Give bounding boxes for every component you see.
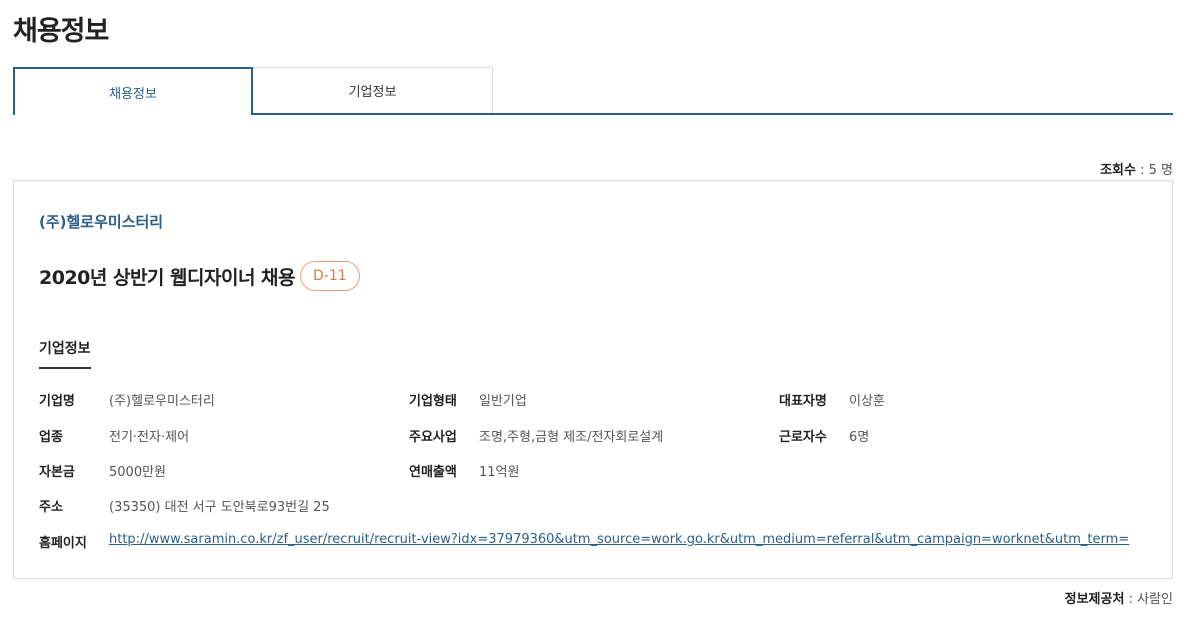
homepage-link[interactable]: http://www.saramin.co.kr/zf_user/recruit… [109,532,1129,547]
job-info-page: 채용정보 채용정보 기업정보 조회수 : 5 명 (주)헬로우미스터리 2020… [0,0,1189,622]
info-label: 업종 [39,430,63,445]
info-label: 연매출액 [409,465,457,480]
info-value: 전기·전자·제어 [109,430,190,445]
info-value-homepage: http://www.saramin.co.kr/zf_user/recruit… [109,532,1129,547]
view-count-value: 5 명 [1148,163,1173,178]
view-count-separator: : [1135,163,1149,178]
view-count: 조회수 : 5 명 [1100,159,1173,178]
tab-job-info[interactable]: 채용정보 [13,67,253,115]
info-value: 5000만원 [109,465,167,480]
section-title-company-info: 기업정보 [39,338,91,369]
view-count-label: 조회수 [1100,163,1136,178]
info-label: 자본금 [39,465,75,480]
info-value: (35350) 대전 서구 도안북로93번길 25 [109,500,330,515]
info-value: 일반기업 [479,394,527,409]
info-label: 근로자수 [779,430,827,445]
info-label: 대표자명 [779,394,827,409]
info-source: 정보제공처 : 사람인 [1065,588,1173,607]
info-label: 홈페이지 [39,536,87,551]
info-source-value: 사람인 [1137,592,1173,607]
info-label: 기업명 [39,394,75,409]
info-label: 주소 [39,500,63,515]
info-value: 6명 [849,430,870,445]
info-label: 주요사업 [409,430,457,445]
company-name-link[interactable]: (주)헬로우미스터리 [39,211,163,232]
tab-company-info[interactable]: 기업정보 [253,67,493,113]
info-source-separator: : [1124,592,1138,607]
info-value: 이상훈 [849,394,885,409]
info-value: 조명,주형,금형 제조/전자회로설계 [479,430,664,445]
job-title: 2020년 상반기 웹디자이너 채용 [39,266,296,289]
info-value: 11억원 [479,465,520,480]
tab-bar: 채용정보 기업정보 [13,67,1173,115]
info-label: 기업형태 [409,394,457,409]
job-title-row: 2020년 상반기 웹디자이너 채용 D-11 [39,261,360,291]
dday-badge: D-11 [300,261,360,291]
job-card: (주)헬로우미스터리 2020년 상반기 웹디자이너 채용 D-11 기업정보 … [13,180,1173,579]
page-title: 채용정보 [13,16,109,47]
info-source-label: 정보제공처 [1064,592,1125,607]
info-value: (주)헬로우미스터리 [109,394,215,409]
